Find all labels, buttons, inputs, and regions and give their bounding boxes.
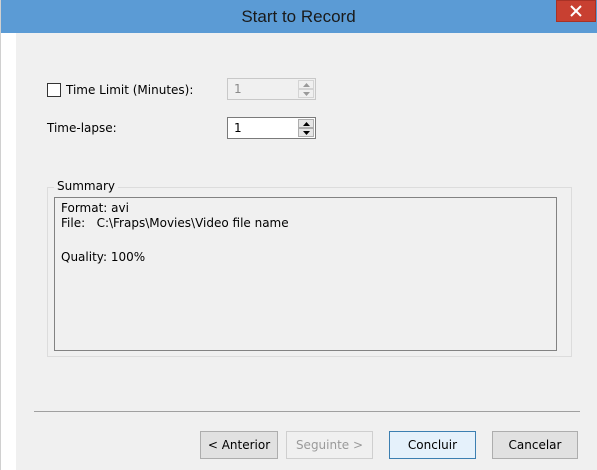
- window-title: Start to Record: [241, 7, 356, 26]
- time-lapse-spin-buttons: [298, 119, 314, 137]
- time-lapse-label: Time-lapse:: [47, 121, 117, 135]
- time-limit-spin-buttons: [298, 80, 314, 98]
- window-border: [0, 0, 1, 470]
- close-button[interactable]: [556, 0, 596, 22]
- back-button[interactable]: < Anterior: [200, 431, 278, 459]
- record-dialog: Start to Record Time Limit (Minutes): 1 …: [0, 0, 597, 470]
- time-limit-spinner[interactable]: 1: [227, 78, 316, 100]
- time-limit-value: 1: [234, 82, 242, 96]
- summary-text-area: Format: avi File: C:\Fraps\Movies\Video …: [54, 197, 557, 351]
- arrow-up-icon: [303, 83, 310, 87]
- arrow-up-icon: [303, 122, 310, 126]
- arrow-down-icon: [303, 92, 310, 96]
- time-lapse-up-button[interactable]: [298, 119, 314, 128]
- summary-legend: Summary: [54, 179, 118, 193]
- time-limit-label: Time Limit (Minutes):: [66, 83, 194, 97]
- cancel-button[interactable]: Cancelar: [492, 431, 578, 459]
- time-lapse-value: 1: [234, 121, 242, 135]
- next-button[interactable]: Seguinte >: [286, 431, 373, 459]
- close-icon: [570, 5, 582, 17]
- time-limit-down-button[interactable]: [298, 89, 314, 98]
- time-lapse-spinner[interactable]: 1: [227, 117, 316, 139]
- summary-format: Format: avi: [61, 201, 129, 215]
- footer-separator: [34, 411, 580, 412]
- finish-button[interactable]: Concluir: [389, 431, 476, 459]
- time-lapse-down-button[interactable]: [298, 128, 314, 137]
- time-limit-up-button[interactable]: [298, 80, 314, 89]
- summary-file: File: C:\Fraps\Movies\Video file name: [61, 216, 289, 230]
- time-limit-checkbox[interactable]: [47, 83, 61, 97]
- summary-quality: Quality: 100%: [61, 250, 146, 264]
- arrow-down-icon: [303, 131, 310, 135]
